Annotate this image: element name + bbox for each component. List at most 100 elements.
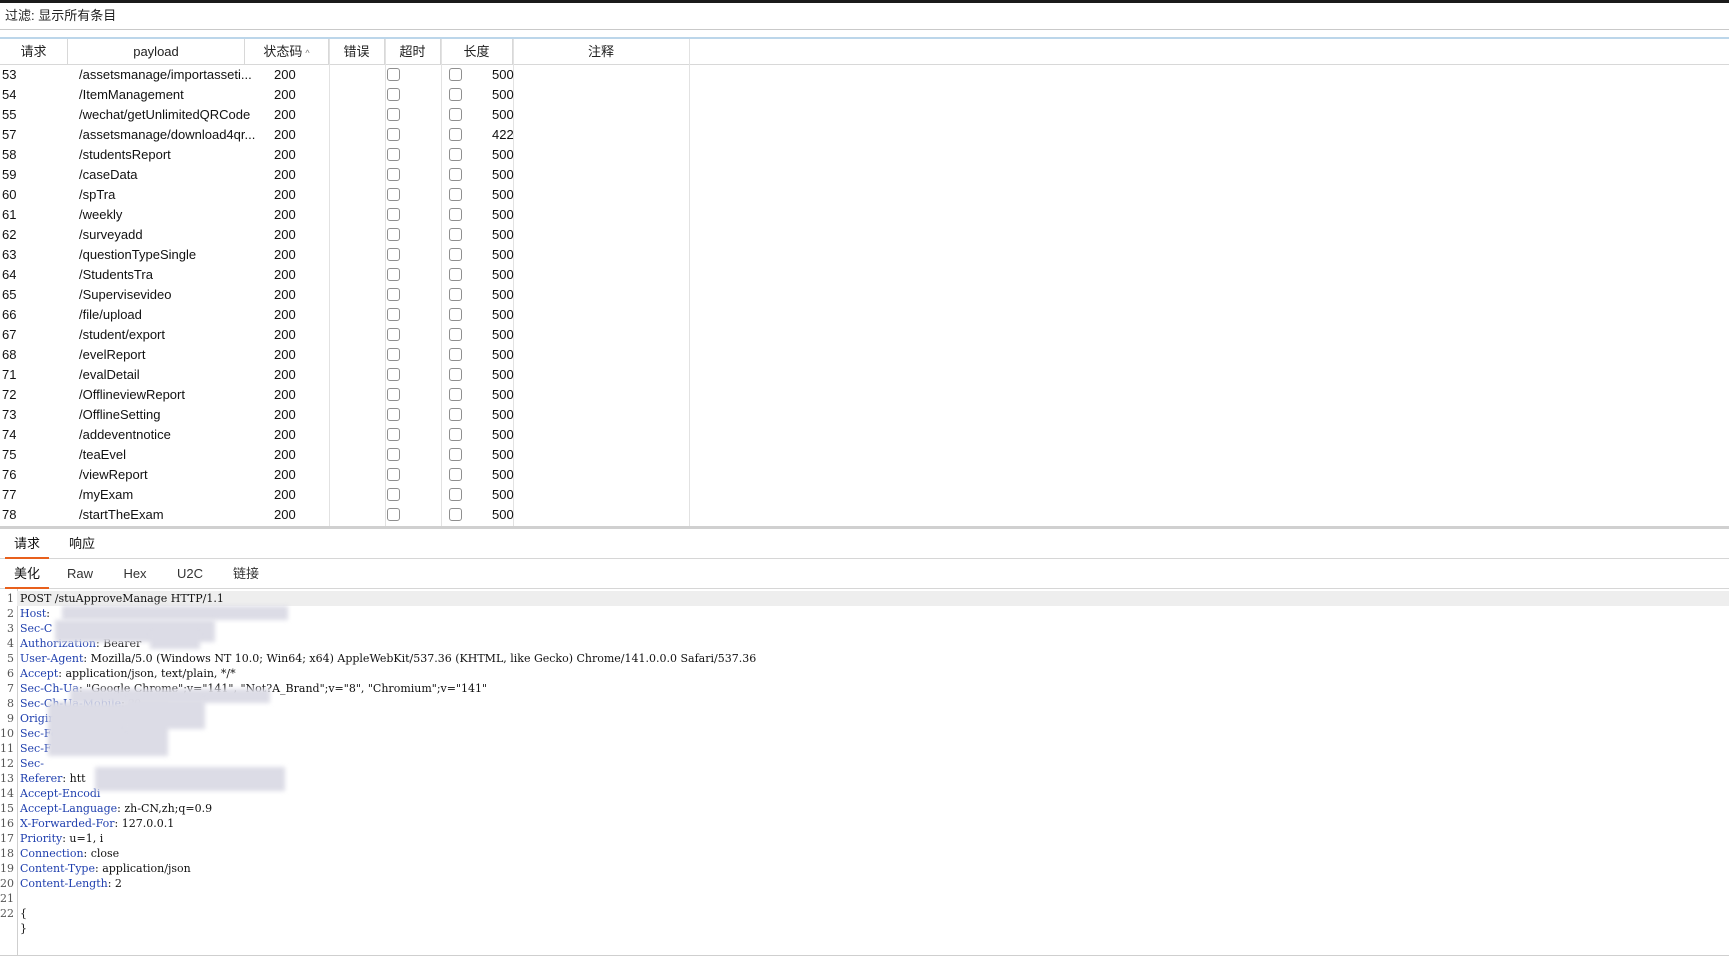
error-checkbox[interactable] xyxy=(387,228,400,241)
timeout-checkbox[interactable] xyxy=(449,68,462,81)
error-checkbox[interactable] xyxy=(387,448,400,461)
column-header-timeout[interactable]: 超时 xyxy=(385,39,441,64)
column-header-request[interactable]: 请求 xyxy=(0,39,68,64)
table-row[interactable]: 61/weekly 200 500 xyxy=(0,205,1729,225)
error-checkbox[interactable] xyxy=(387,68,400,81)
payload-cell: /weekly xyxy=(79,207,123,222)
column-header-length[interactable]: 长度 xyxy=(441,39,513,64)
table-row[interactable]: 59/caseData 200 500 xyxy=(0,165,1729,185)
timeout-checkbox[interactable] xyxy=(449,408,462,421)
error-checkbox[interactable] xyxy=(387,428,400,441)
timeout-checkbox[interactable] xyxy=(449,148,462,161)
tab-raw[interactable]: Raw xyxy=(58,560,102,588)
timeout-checkbox[interactable] xyxy=(449,488,462,501)
timeout-checkbox[interactable] xyxy=(449,388,462,401)
line-number: 20 xyxy=(0,877,14,890)
status-code-cell: 200 xyxy=(274,407,296,422)
error-checkbox[interactable] xyxy=(387,408,400,421)
table-row[interactable]: 74/addeventnotice 200 500 xyxy=(0,425,1729,445)
tab-pretty[interactable]: 美化 xyxy=(5,560,49,589)
error-checkbox[interactable] xyxy=(387,368,400,381)
timeout-checkbox[interactable] xyxy=(449,128,462,141)
error-checkbox[interactable] xyxy=(387,348,400,361)
timeout-checkbox[interactable] xyxy=(449,468,462,481)
table-row[interactable]: 57/assetsmanage/download4qr... 200 422 xyxy=(0,125,1729,145)
table-row[interactable]: 76/viewReport 200 500 xyxy=(0,465,1729,485)
tab-hex[interactable]: Hex xyxy=(113,560,157,588)
tab-u2c[interactable]: U2C xyxy=(168,560,212,588)
timeout-checkbox[interactable] xyxy=(449,368,462,381)
table-row[interactable]: 73/OfflineSetting 200 500 xyxy=(0,405,1729,425)
table-row[interactable]: 72/OfflineviewReport 200 500 xyxy=(0,385,1729,405)
tab-response[interactable]: 响应 xyxy=(60,529,104,558)
error-checkbox[interactable] xyxy=(387,188,400,201)
status-code-cell: 200 xyxy=(274,167,296,182)
timeout-checkbox[interactable] xyxy=(449,168,462,181)
line-number: 18 xyxy=(0,847,14,860)
error-checkbox[interactable] xyxy=(387,88,400,101)
timeout-checkbox[interactable] xyxy=(449,228,462,241)
table-row[interactable]: 62/surveyadd 200 500 xyxy=(0,225,1729,245)
table-row[interactable]: 54/ItemManagement 200 500 xyxy=(0,85,1729,105)
table-row[interactable]: 68/evelReport 200 500 xyxy=(0,345,1729,365)
table-row[interactable]: 77/myExam 200 500 xyxy=(0,485,1729,505)
error-checkbox[interactable] xyxy=(387,468,400,481)
error-checkbox[interactable] xyxy=(387,308,400,321)
column-header-error[interactable]: 错误 xyxy=(329,39,385,64)
timeout-checkbox[interactable] xyxy=(449,288,462,301)
timeout-checkbox[interactable] xyxy=(449,188,462,201)
tab-request[interactable]: 请求 xyxy=(5,529,49,559)
header-value: } xyxy=(20,922,27,935)
table-row[interactable]: 66/file/upload 200 500 xyxy=(0,305,1729,325)
payload-cell: /wechat/getUnlimitedQRCode xyxy=(79,107,251,122)
timeout-checkbox[interactable] xyxy=(449,208,462,221)
payload-cell: /caseData xyxy=(79,167,138,182)
table-row[interactable]: 58/studentsReport 200 500 xyxy=(0,145,1729,165)
request-editor[interactable]: 1 POST /stuApproveManage HTTP/1.1 2 Host: 3… xyxy=(0,589,1729,955)
error-checkbox[interactable] xyxy=(387,288,400,301)
timeout-checkbox[interactable] xyxy=(449,268,462,281)
error-checkbox[interactable] xyxy=(387,168,400,181)
error-checkbox[interactable] xyxy=(387,328,400,341)
header-name: Priority xyxy=(20,832,63,845)
table-row[interactable]: 53/assetsmanage/importasseti... 200 500 xyxy=(0,65,1729,85)
tab-links[interactable]: 链接 xyxy=(224,560,268,588)
table-row[interactable]: 60/spTra 200 500 xyxy=(0,185,1729,205)
table-row[interactable]: 65/Supervisevideo 200 500 xyxy=(0,285,1729,305)
request-id-cell: 68 xyxy=(2,347,17,362)
error-checkbox[interactable] xyxy=(387,248,400,261)
code-line: } xyxy=(0,921,1729,936)
table-row[interactable]: 78/startTheExam 200 500 xyxy=(0,505,1729,525)
timeout-checkbox[interactable] xyxy=(449,308,462,321)
timeout-checkbox[interactable] xyxy=(449,448,462,461)
error-checkbox[interactable] xyxy=(387,508,400,521)
column-header-payload[interactable]: payload xyxy=(68,39,245,64)
filter-bar[interactable]: 过滤: 显示所有条目 xyxy=(0,3,1729,30)
table-row[interactable]: 75/teaEvel 200 500 xyxy=(0,445,1729,465)
error-checkbox[interactable] xyxy=(387,488,400,501)
table-row[interactable]: 55/wechat/getUnlimitedQRCode 200 500 xyxy=(0,105,1729,125)
error-checkbox[interactable] xyxy=(387,108,400,121)
error-checkbox[interactable] xyxy=(387,148,400,161)
timeout-checkbox[interactable] xyxy=(449,108,462,121)
timeout-checkbox[interactable] xyxy=(449,348,462,361)
column-header-status[interactable]: 状态码 ^ xyxy=(245,39,329,64)
error-checkbox[interactable] xyxy=(387,268,400,281)
error-checkbox[interactable] xyxy=(387,388,400,401)
error-checkbox[interactable] xyxy=(387,208,400,221)
line-number: 9 xyxy=(7,712,14,725)
timeout-checkbox[interactable] xyxy=(449,428,462,441)
column-header-comment[interactable]: 注释 xyxy=(513,39,690,64)
timeout-checkbox[interactable] xyxy=(449,248,462,261)
table-row[interactable]: 64/StudentsTra 200 500 xyxy=(0,265,1729,285)
header-name: Accept xyxy=(20,667,59,680)
table-row[interactable]: 67/student/export 200 500 xyxy=(0,325,1729,345)
line-number: 17 xyxy=(0,832,14,845)
timeout-checkbox[interactable] xyxy=(449,328,462,341)
code-line: 1 POST /stuApproveManage HTTP/1.1 xyxy=(0,591,1729,606)
timeout-checkbox[interactable] xyxy=(449,88,462,101)
error-checkbox[interactable] xyxy=(387,128,400,141)
timeout-checkbox[interactable] xyxy=(449,508,462,521)
table-row[interactable]: 63/questionTypeSingle 200 500 xyxy=(0,245,1729,265)
table-row[interactable]: 71/evalDetail 200 500 xyxy=(0,365,1729,385)
